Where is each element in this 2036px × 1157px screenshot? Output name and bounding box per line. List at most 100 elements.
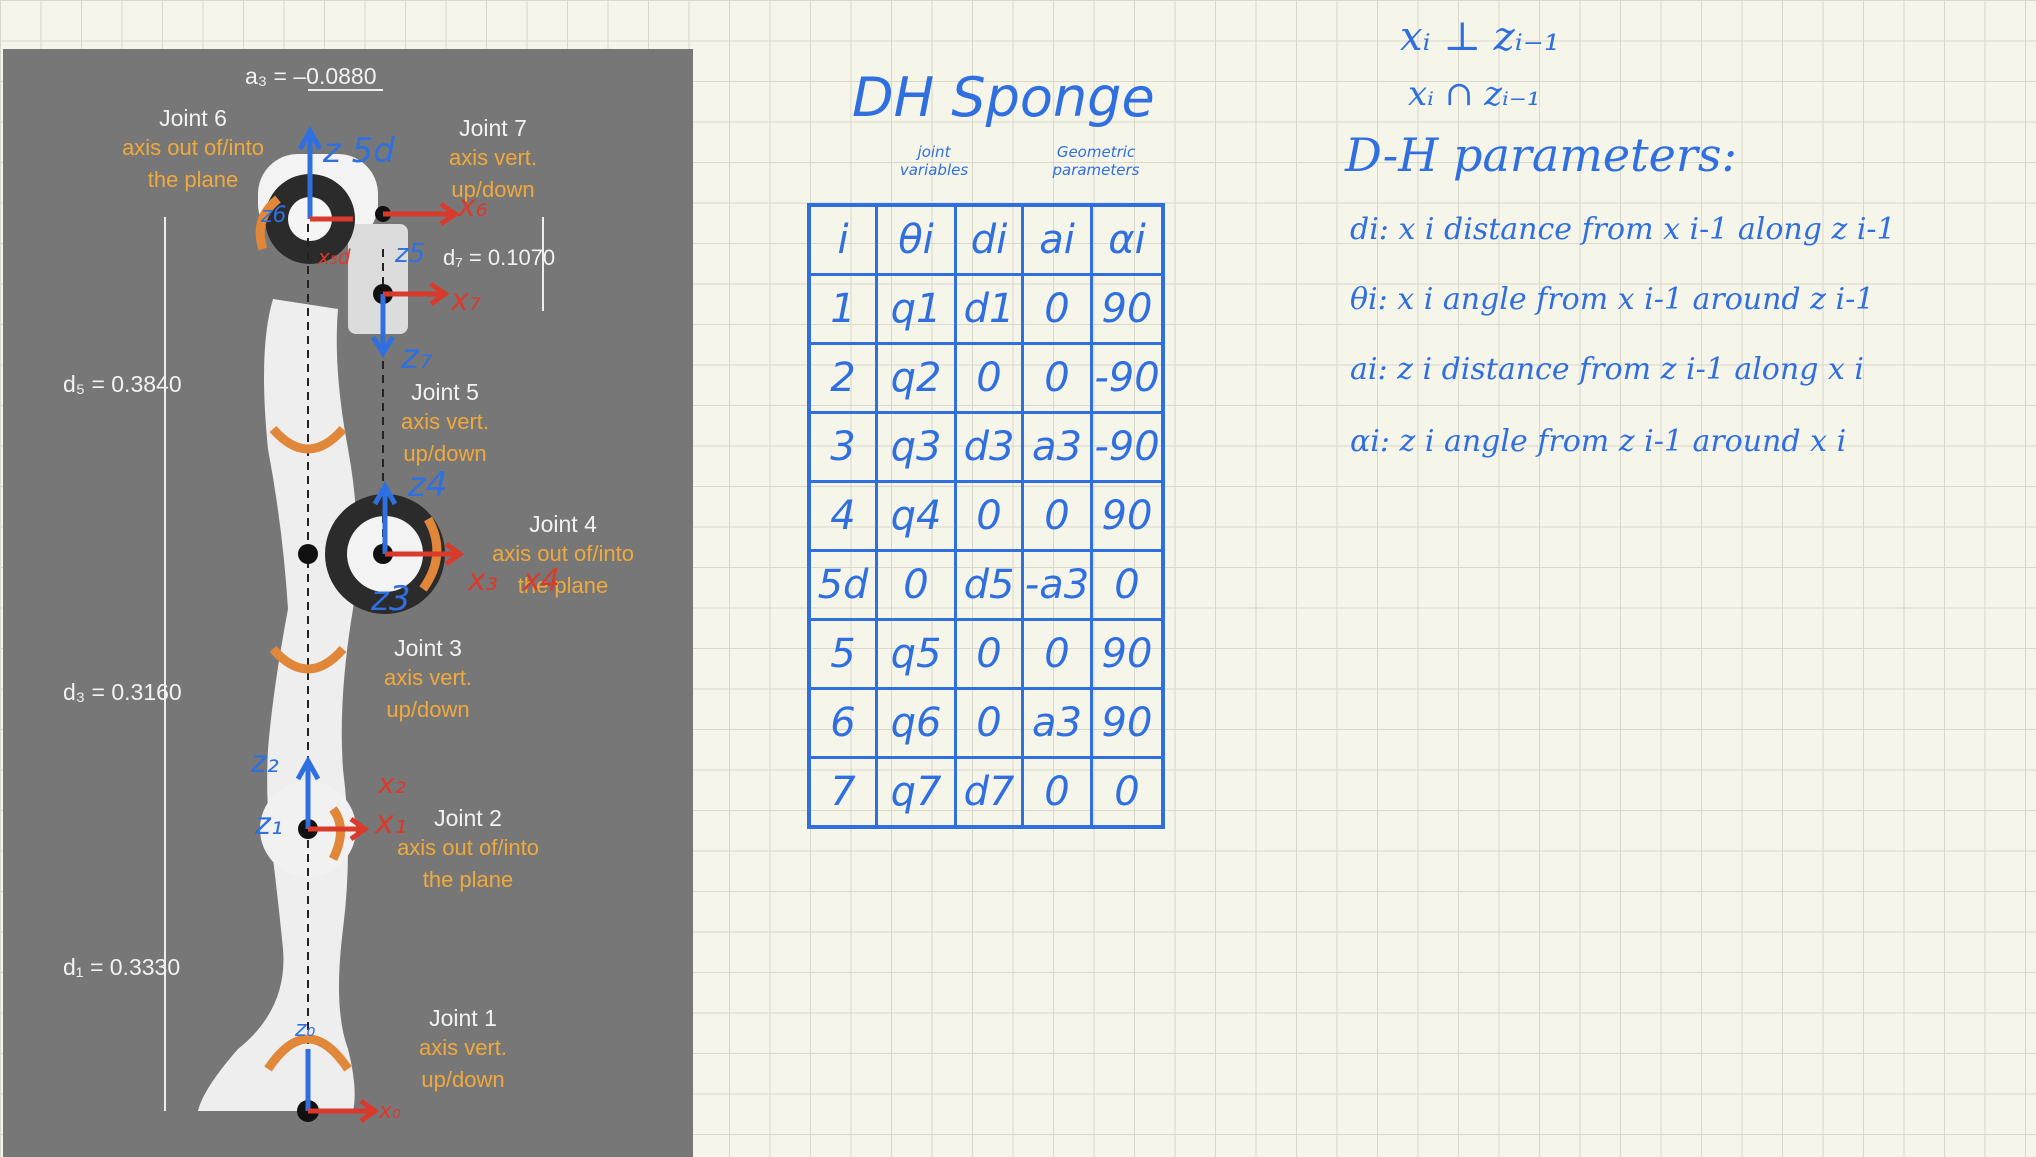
note-def-theta: θi: x i angle from x i-1 around z i-1: [1350, 282, 1875, 317]
robot-drawing: [164, 89, 544, 1124]
dh-row: 1 q1 d1 0 90: [807, 273, 1165, 345]
dh-cell: 0: [1021, 342, 1093, 414]
dh-cell: 0: [1090, 756, 1165, 829]
dh-cell: 0: [1021, 273, 1093, 345]
frame-x1-label: x₁: [375, 803, 407, 841]
dim-d3: d₃ = 0.3160: [63, 679, 182, 705]
joint7-desc1: axis vert.: [448, 145, 538, 170]
frame-z5-label: z5: [395, 239, 426, 269]
dh-cell: q5: [875, 618, 957, 690]
note-def-d: di: x i distance from x i-1 along z i-1: [1350, 212, 1896, 247]
dh-cell: d1: [954, 273, 1024, 345]
dh-cell: 3: [807, 411, 878, 483]
dh-cell: 0: [954, 342, 1024, 414]
frame-z5d-label: z 5d: [323, 131, 395, 171]
dh-cell: 0: [1021, 618, 1093, 690]
robot-diagram-panel: a₃ = –0.0880 d₇ = 0.1070 d₅ = 0.3840 d₃ …: [3, 49, 693, 1157]
dh-header-cell: θi: [875, 203, 957, 276]
dh-subtitle-geometric: Geometric parameters: [1052, 143, 1140, 179]
joint6-label: Joint 6 axis out of/into the plane: [103, 105, 283, 196]
joint7-label: Joint 7 axis vert. up/down: [423, 115, 563, 206]
dh-cell: 6: [807, 687, 878, 759]
dh-cell: q2: [875, 342, 957, 414]
joint6-name: Joint 6: [159, 105, 227, 131]
dh-cell: a3: [1021, 411, 1093, 483]
dh-cell: 90: [1090, 273, 1165, 345]
dh-cell: q4: [875, 480, 957, 552]
frame-x7-label: x₇: [451, 283, 481, 318]
frame-z4-label: z4: [408, 465, 448, 505]
dh-cell: d3: [954, 411, 1024, 483]
dh-cell: -90: [1090, 342, 1165, 414]
joint1-name: Joint 1: [429, 1005, 497, 1031]
dh-cell: 2: [807, 342, 878, 414]
dh-header-row: i θi di ai αi: [807, 203, 1165, 276]
frame-x6-label: x₆: [458, 189, 488, 224]
frame-x5d-label: x₅d: [318, 245, 351, 269]
frame-x3-label: x₃: [468, 563, 498, 598]
joint7-desc2: up/down: [451, 177, 535, 202]
joint6-desc2: the plane: [147, 167, 239, 192]
joint5-desc1: axis vert.: [400, 409, 490, 434]
dh-cell: 90: [1090, 480, 1165, 552]
frame-z2-label: z₂: [251, 745, 279, 780]
frame-z6-label: z6: [261, 203, 287, 228]
dh-header-cell: i: [807, 203, 878, 276]
dh-header-cell: di: [954, 203, 1024, 276]
joint3-name: Joint 3: [394, 635, 462, 661]
note-heading: D-H parameters:: [1345, 128, 1737, 182]
dh-cell: 0: [954, 480, 1024, 552]
frame-x4-label: x4: [523, 563, 560, 598]
frame-x0-label: x₀: [379, 1099, 401, 1124]
joint5-name: Joint 5: [411, 379, 479, 405]
dh-parameter-table: i θi di ai αi 1 q1 d1 0 90 2 q2 0 0 -90 …: [807, 203, 1165, 829]
dim-a3: a₃ = –0.0880: [245, 63, 377, 89]
dh-header-cell: ai: [1021, 203, 1093, 276]
note-def-a: ai: z i distance from z i-1 along x i: [1350, 352, 1864, 387]
dh-subtitle-joint: joint variables: [899, 143, 969, 179]
joint4-name: Joint 4: [529, 511, 597, 537]
dh-header-cell: αi: [1090, 203, 1165, 276]
frame-z7-label: z₇: [401, 337, 433, 377]
dh-row: 3 q3 d3 a3 -90: [807, 411, 1165, 483]
dh-cell: 0: [1090, 549, 1165, 621]
dh-row: 5 q5 0 0 90: [807, 618, 1165, 690]
dh-row: 7 q7 d7 0 0: [807, 756, 1165, 829]
dh-cell: 0: [1021, 480, 1093, 552]
joint5-label: Joint 5 axis vert. up/down: [375, 379, 515, 470]
dh-cell: 90: [1090, 687, 1165, 759]
robot-arm-body: [198, 299, 357, 1111]
note-def-alpha: αi: z i angle from z i-1 around x i: [1350, 424, 1847, 459]
joint6-desc1: axis out of/into: [122, 135, 264, 160]
frame-x2-label: x₂: [378, 767, 406, 800]
dh-cell: 5d: [807, 549, 878, 621]
dh-cell: 7: [807, 756, 878, 829]
dh-row: 6 q6 0 a3 90: [807, 687, 1165, 759]
dh-cell: 1: [807, 273, 878, 345]
joint3-desc1: axis vert.: [383, 665, 473, 690]
frame-z0-label: z₀: [295, 1017, 316, 1042]
dh-cell: -90: [1090, 411, 1165, 483]
joint1-desc2: up/down: [421, 1067, 505, 1092]
dh-cell: 90: [1090, 618, 1165, 690]
dim-d5: d₅ = 0.3840: [63, 371, 182, 397]
dh-cell: 0: [954, 687, 1024, 759]
dim-d7: d₇ = 0.1070: [443, 245, 556, 270]
dh-cell: q1: [875, 273, 957, 345]
joint1-desc1: axis vert.: [418, 1035, 508, 1060]
dh-cell: 0: [954, 618, 1024, 690]
dh-cell: q3: [875, 411, 957, 483]
dh-cell: 4: [807, 480, 878, 552]
dh-cell: d5: [954, 549, 1024, 621]
joint3-desc2: up/down: [386, 697, 470, 722]
frame-z1-label: z₁: [255, 807, 283, 842]
dh-row: 4 q4 0 0 90: [807, 480, 1165, 552]
dh-cell: -a3: [1021, 549, 1093, 621]
joint1-label: Joint 1 axis vert. up/down: [393, 1005, 533, 1096]
dh-row: 2 q2 0 0 -90: [807, 342, 1165, 414]
dh-cell: 5: [807, 618, 878, 690]
dh-cell: d7: [954, 756, 1024, 829]
dh-row: 5d 0 d5 -a3 0: [807, 549, 1165, 621]
joint2-desc2: the plane: [422, 867, 514, 892]
dh-title: DH Sponge: [852, 66, 1155, 129]
